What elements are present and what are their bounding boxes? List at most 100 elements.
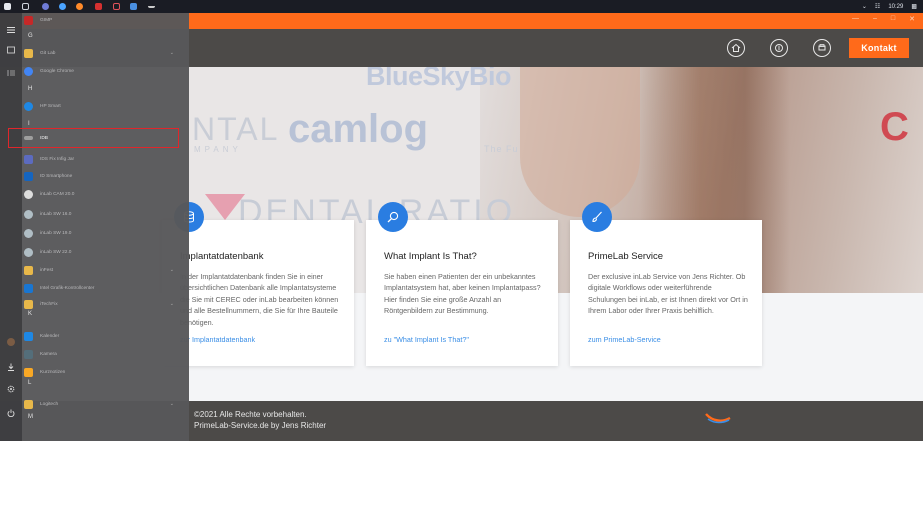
app-hp-smart[interactable]: HP Smart	[24, 99, 184, 113]
inlab-icon	[24, 247, 33, 257]
user-icon[interactable]	[7, 338, 15, 346]
folder-icon	[24, 265, 33, 275]
app-id-smartphone[interactable]: ID Smartphone	[24, 169, 184, 183]
download-icon[interactable]	[130, 3, 137, 10]
app-label: Git Lab	[40, 50, 56, 56]
app-icon	[24, 154, 33, 164]
group-letter-l[interactable]: L	[28, 380, 31, 386]
hp-icon	[24, 101, 33, 111]
folder-icon	[24, 399, 33, 409]
logo-right-part: C	[880, 105, 909, 149]
chevron-down-icon: ⌄	[169, 50, 174, 56]
app-kalender[interactable]: Kalender	[24, 329, 184, 343]
group-letter-h[interactable]: H	[28, 86, 32, 92]
notification-icon[interactable]: ▩	[911, 3, 917, 10]
app-label: iTechFix	[40, 301, 58, 307]
taskview-icon[interactable]	[22, 3, 29, 10]
minimize-icon[interactable]: –	[873, 15, 877, 23]
window-controls: — – □ ✕	[852, 15, 915, 23]
hero-photo-hands	[520, 67, 640, 217]
app-label: Kurznotizen	[40, 369, 66, 375]
price-button[interactable]	[770, 39, 788, 57]
app-kamera[interactable]: Kamera	[24, 347, 184, 361]
app-icon[interactable]	[148, 3, 155, 8]
app-label: inLab SW 16.0	[40, 211, 72, 217]
menu-icon[interactable]	[7, 26, 15, 34]
start-menu-rail	[0, 13, 22, 441]
app-label: HP Smart	[40, 103, 61, 109]
card-text: Der exclusive inLab Service von Jens Ric…	[588, 272, 748, 316]
minimize-icon[interactable]: —	[852, 15, 859, 23]
logo-company-part: MPANY	[194, 145, 242, 154]
power-icon[interactable]	[7, 409, 15, 417]
card-implantatdatenbank: Implantatdatenbank In der Implantatdaten…	[162, 202, 354, 366]
chrome-icon[interactable]	[59, 3, 66, 10]
print-icon	[818, 44, 826, 51]
brush-icon	[582, 202, 612, 232]
selection-highlight	[8, 128, 179, 148]
maximize-icon[interactable]: □	[891, 15, 895, 23]
chrome-icon	[24, 66, 33, 76]
app-ids-fix[interactable]: IDS Fix Infig Jar	[24, 152, 184, 166]
app-inlab-sw-22[interactable]: inLab SW 22.0	[24, 245, 184, 259]
window-icon[interactable]	[4, 3, 11, 10]
wifi-icon[interactable]: ☷	[875, 3, 880, 10]
close-icon[interactable]: ✕	[909, 15, 915, 23]
folder-itechfix[interactable]: iTechFix ⌄	[24, 297, 184, 311]
teams-icon[interactable]	[42, 3, 49, 10]
list-icon[interactable]	[7, 69, 15, 77]
card-text: In der Implantatdatenbank finden Sie in …	[180, 272, 339, 327]
primelab-logo	[705, 413, 731, 424]
clock[interactable]: 10:29	[888, 4, 903, 10]
folder-infest[interactable]: inFest ⌄	[24, 263, 184, 277]
chevron-down-icon: ⌄	[169, 301, 174, 307]
app-label: inFest	[40, 267, 54, 273]
firefox-icon[interactable]	[76, 3, 83, 10]
what-implant-link[interactable]: zu "What Implant Is That?"	[384, 335, 469, 344]
app-gimp[interactable]: GIMP	[24, 13, 184, 27]
card-text: Sie haben einen Patienten der ein unbeka…	[384, 272, 541, 316]
folder-icon	[24, 48, 33, 58]
logo-dental-part: NTAL	[192, 111, 280, 147]
notes-icon	[24, 367, 33, 377]
group-letter-i[interactable]: I	[28, 121, 30, 127]
home-icon	[731, 43, 741, 52]
group-letter-k[interactable]: K	[28, 311, 32, 317]
screen: ⌄ ☷ 10:29 ▩ — – □ ✕ Kontakt BlueSkyBio N…	[0, 0, 923, 519]
primelab-service-link[interactable]: zum PrimeLab-Service	[588, 335, 661, 344]
download-icon[interactable]	[7, 363, 15, 371]
logo-blueskybio: BlueSkyBio	[366, 67, 512, 91]
folder-logitech[interactable]: Logitech ⌄	[24, 397, 184, 411]
app-inlab-cam[interactable]: inLab CAM 20.0	[24, 187, 184, 201]
dollar-icon	[775, 44, 783, 52]
gimp-icon	[24, 15, 33, 25]
settings-icon[interactable]	[7, 385, 15, 393]
implantatdatenbank-link[interactable]: zur Implantatdatenbank	[180, 335, 255, 344]
kontakt-button[interactable]: Kontakt	[849, 38, 909, 58]
pdf-icon[interactable]	[113, 3, 120, 10]
os-taskbar: ⌄ ☷ 10:29 ▩	[0, 0, 923, 13]
footer-line-2: PrimeLab-Service.de by Jens Richter	[194, 421, 327, 430]
home-button[interactable]	[727, 39, 745, 57]
group-letter-g[interactable]: G	[28, 33, 33, 39]
app-label: IDS Fix Infig Jar	[40, 156, 75, 162]
app-inlab-sw-16[interactable]: inLab SW 16.0	[24, 207, 184, 221]
group-letter-m[interactable]: M	[28, 414, 33, 420]
app-label: inLab SW 22.0	[40, 249, 72, 255]
app-label: inLab CAM 20.0	[40, 191, 75, 197]
app-label: Kalender	[40, 333, 60, 339]
inlab-icon	[24, 209, 33, 219]
app-google-chrome[interactable]: Google Chrome	[24, 64, 184, 78]
chevron-up-icon[interactable]: ⌄	[862, 3, 867, 10]
app-intel-grafik[interactable]: Intel Grafik-Kontrollcenter	[24, 281, 184, 295]
phone-icon	[24, 171, 33, 181]
system-tray: ⌄ ☷ 10:29 ▩	[862, 1, 917, 12]
filezilla-icon[interactable]	[95, 3, 102, 10]
app-inlab-sw-19[interactable]: inLab SW 19.0	[24, 226, 184, 240]
print-button[interactable]	[813, 39, 831, 57]
app-label: Google Chrome	[40, 68, 74, 74]
app-kurznotizen[interactable]: Kurznotizen	[24, 365, 184, 379]
tiles-icon[interactable]	[7, 46, 15, 54]
folder-git-lab[interactable]: Git Lab ⌄	[24, 46, 184, 60]
app-label: ID Smartphone	[40, 173, 73, 179]
